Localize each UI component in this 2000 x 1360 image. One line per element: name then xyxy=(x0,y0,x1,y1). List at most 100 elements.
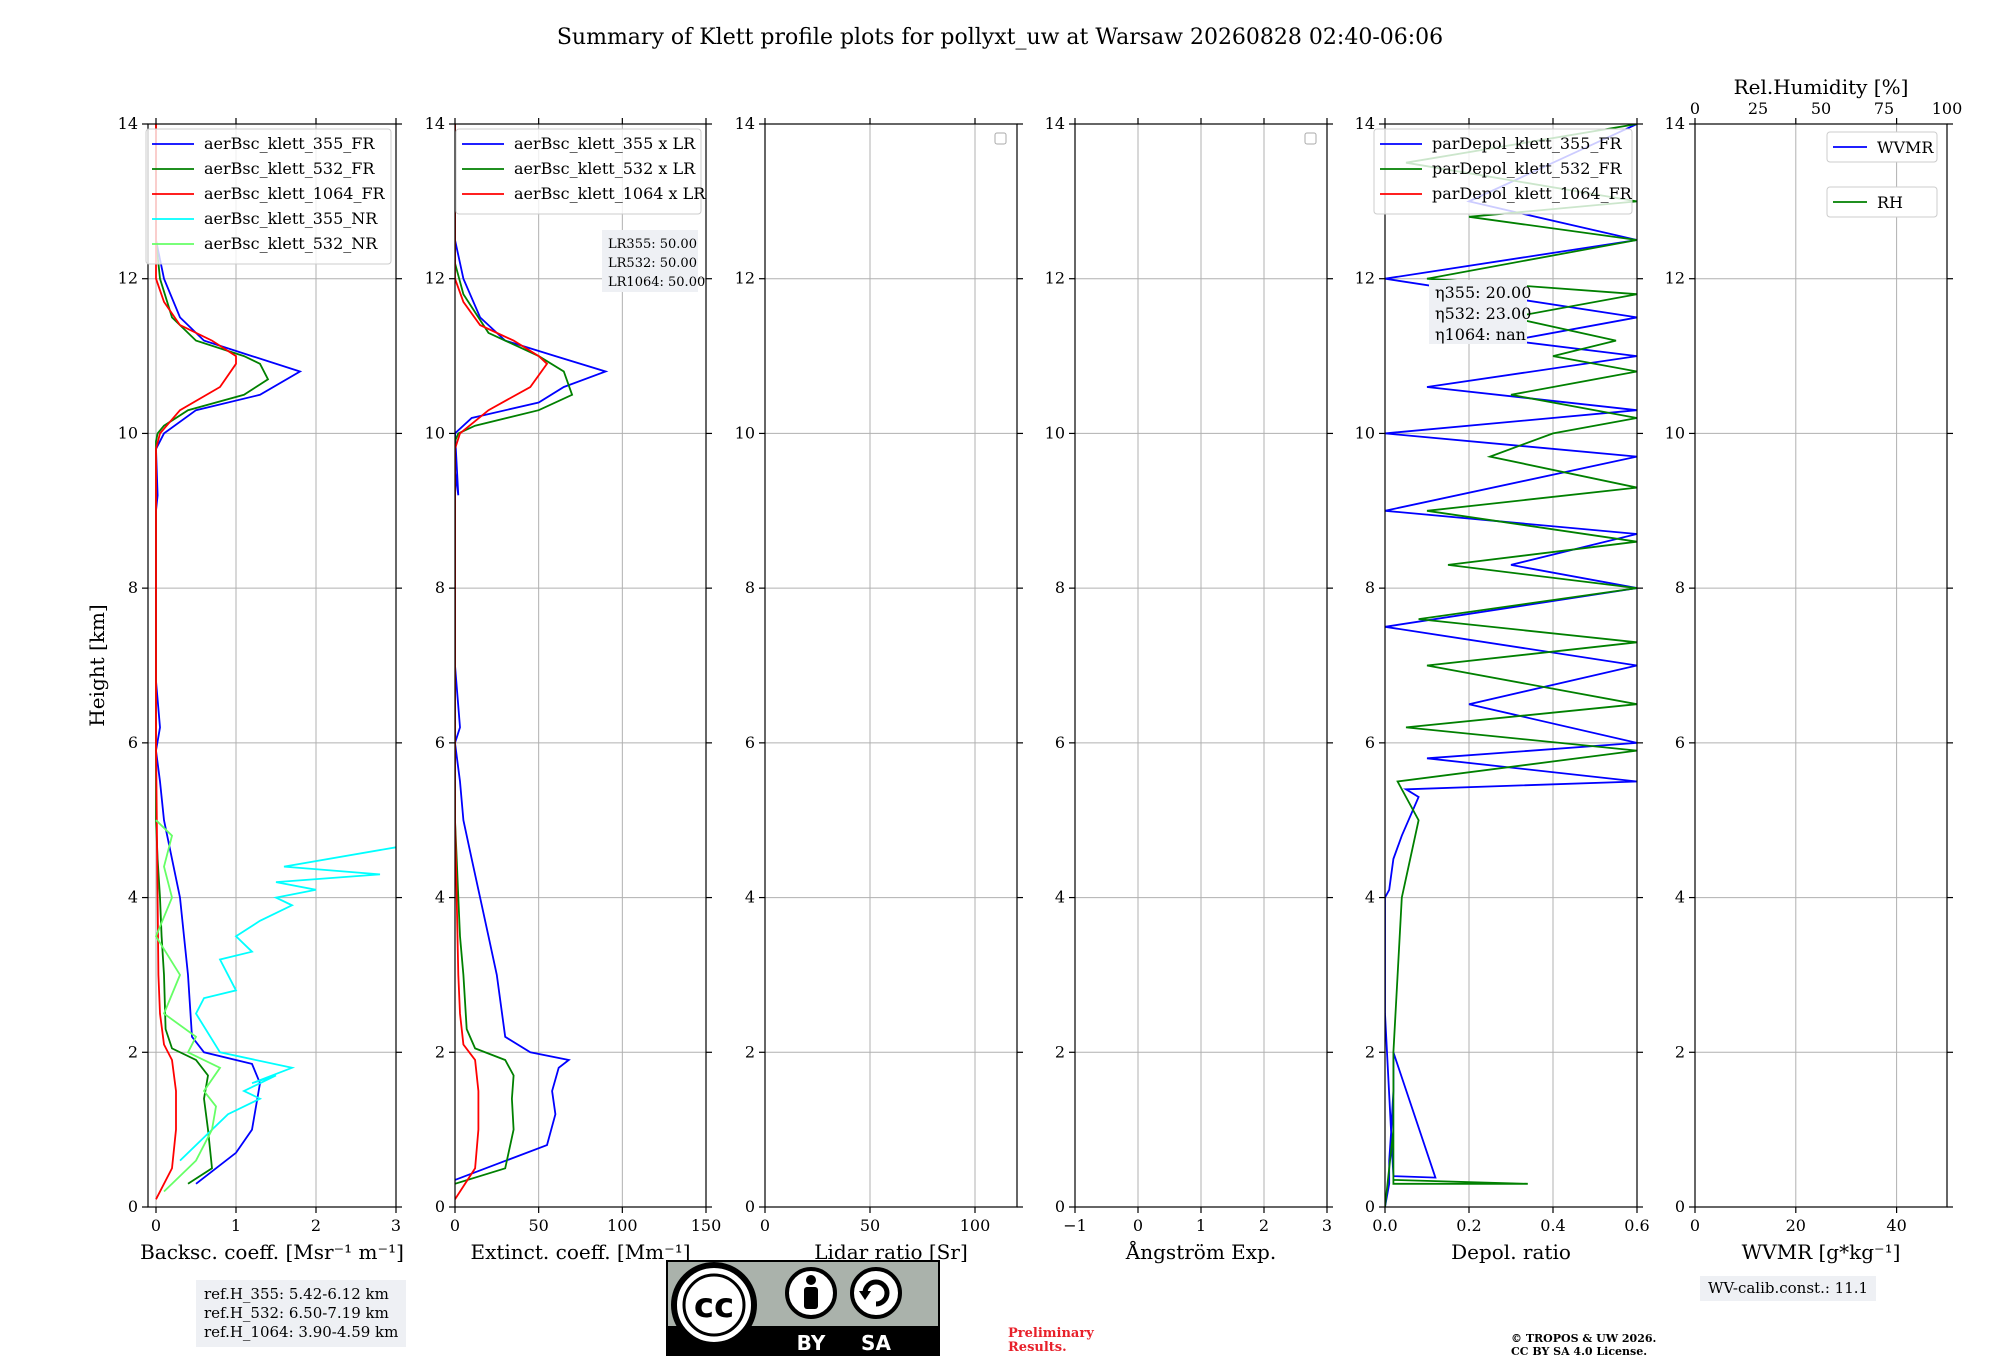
x-tick-label: 20 xyxy=(1786,1216,1806,1235)
x-tick-label: 0.0 xyxy=(1372,1216,1397,1235)
ref-height-355: ref.H_355: 5.42-6.12 km xyxy=(204,1285,389,1303)
lidar-ratio-value: LR355: 50.00 xyxy=(608,237,697,252)
y-tick-label: 8 xyxy=(1055,578,1065,597)
panel-lidar-ratio: 0 50 10002468101214Lidar ratio [Sr] xyxy=(735,114,1023,1264)
x-tick-label: 0 xyxy=(760,1216,770,1235)
y-tick-label: 12 xyxy=(1045,269,1065,288)
y-tick-label: 0 xyxy=(1675,1197,1685,1216)
legend-entry: aerBsc_klett_355_NR xyxy=(204,209,378,228)
copyright-line-1: © TROPOS & UW 2026. xyxy=(1511,1332,1657,1345)
eta-value: η1064: nan xyxy=(1435,325,1526,344)
ref-height-532: ref.H_532: 6.50-7.19 km xyxy=(204,1304,389,1322)
legend-entry: aerBsc_klett_532_FR xyxy=(204,159,375,178)
y-tick-label: 4 xyxy=(1055,888,1065,907)
y-tick-label: 14 xyxy=(118,114,138,133)
panel-depol: 0.0 0.2 0.4 0.6 0 2 4 6 8 10 12 14 Depol. ratio parDe… xyxy=(1355,114,1650,1264)
y-tick-label: 0 xyxy=(1365,1197,1375,1216)
figure: Summary of Klett profile plots for polly… xyxy=(85,25,1963,1264)
x-tick-label: 150 xyxy=(691,1216,722,1235)
legend-entry: RH xyxy=(1877,193,1903,212)
y-tick-label: 4 xyxy=(745,888,755,907)
x2-axis-label: Rel.Humidity [%] xyxy=(1734,75,1909,99)
x2-tick-label: 0 xyxy=(1690,99,1700,118)
x-tick-label: 0.2 xyxy=(1456,1216,1481,1235)
x-tick-label: 100 xyxy=(960,1216,991,1235)
y-tick-label: 8 xyxy=(1365,578,1375,597)
x-tick-label: 3 xyxy=(391,1216,401,1235)
y-tick-label: 14 xyxy=(1045,114,1065,133)
figure-title: Summary of Klett profile plots for polly… xyxy=(557,25,1443,50)
legend-entry: aerBsc_klett_1064 x LR xyxy=(514,184,706,203)
y-tick-label: 8 xyxy=(435,578,445,597)
preliminary-results-note: Preliminary Results. xyxy=(1008,1327,1094,1355)
y-tick-label: 2 xyxy=(128,1042,138,1061)
y-tick-label: 0 xyxy=(1055,1197,1065,1216)
series-line-aerBsc_klett_532_FR xyxy=(155,124,270,1185)
x-axis-label: Backsc. coeff. [Msr⁻¹ m⁻¹] xyxy=(140,1240,404,1264)
x-axis-label: WVMR [g*kg⁻¹] xyxy=(1742,1240,1901,1264)
y-tick-label: 0 xyxy=(435,1197,445,1216)
x-tick-label: 2 xyxy=(1259,1216,1269,1235)
y-tick-label: 4 xyxy=(1675,888,1685,907)
y-tick-label: 0 xyxy=(745,1197,755,1216)
cc-by-label: BY xyxy=(797,1331,826,1355)
y-tick-label: 12 xyxy=(1355,269,1375,288)
y-tick-label: 8 xyxy=(745,578,755,597)
x-tick-label: 0.6 xyxy=(1624,1216,1649,1235)
sa-share-icon xyxy=(850,1267,902,1319)
x-axis-label: Depol. ratio xyxy=(1451,1240,1571,1264)
x-tick-label: 0 xyxy=(1133,1216,1143,1235)
x-tick-label: 50 xyxy=(860,1216,880,1235)
x-tick-label: 0.4 xyxy=(1540,1216,1565,1235)
axes-frame xyxy=(147,123,397,1208)
axes-frame xyxy=(764,123,1018,1208)
panel-extinction: 0 50 100 150 0 2 4 6 8 10 12 14 Extinct. coeff. [Mm⁻… xyxy=(425,114,722,1264)
y-tick-label: 12 xyxy=(425,269,445,288)
x-tick-label: 0 xyxy=(1690,1216,1700,1235)
series-line-aerBsc_klett_532 x LR xyxy=(455,124,574,1185)
wv-calib-box: WV-calib.const.: 11.1 xyxy=(1700,1276,1877,1301)
series-group xyxy=(455,124,609,1200)
y-tick-label: 6 xyxy=(1365,733,1375,752)
series-line-aerBsc_klett_355_FR xyxy=(155,124,303,1185)
preliminary-line-1: Preliminary xyxy=(1008,1326,1094,1341)
x-axis-label: Extinct. coeff. [Mm⁻¹] xyxy=(470,1240,690,1264)
legend-entry: aerBsc_klett_355 x LR xyxy=(514,134,696,153)
axes-frame xyxy=(1694,123,1948,1208)
y-tick-label: 14 xyxy=(735,114,755,133)
y-tick-label: 12 xyxy=(1665,269,1685,288)
legend-entry: aerBsc_klett_355_FR xyxy=(204,134,375,153)
x-tick-label: 40 xyxy=(1886,1216,1906,1235)
y-tick-label: 10 xyxy=(425,423,445,442)
y-tick-label: 10 xyxy=(1045,423,1065,442)
y-tick-label: 12 xyxy=(735,269,755,288)
eta-value: η355: 20.00 xyxy=(1435,283,1531,302)
y-tick-label: 8 xyxy=(1675,578,1685,597)
legend-entry: parDepol_klett_355_FR xyxy=(1432,134,1623,153)
y-tick-label: 10 xyxy=(1355,423,1375,442)
y-tick-label: 10 xyxy=(118,423,138,442)
y-tick-label: 6 xyxy=(435,733,445,752)
series-group xyxy=(154,124,396,1200)
preliminary-line-2: Results. xyxy=(1008,1340,1067,1355)
x-tick-label: 2 xyxy=(311,1216,321,1235)
series-line-aerBsc_klett_1064 x LR xyxy=(455,124,549,1200)
y-tick-label: 12 xyxy=(118,269,138,288)
x-tick-label: −1 xyxy=(1063,1216,1087,1235)
y-tick-label: 10 xyxy=(1665,423,1685,442)
x2-tick-label: 100 xyxy=(1932,99,1963,118)
ref-height-1064: ref.H_1064: 3.90-4.59 km xyxy=(204,1323,399,1341)
copyright-note: © TROPOS & UW 2026. CC BY SA 4.0 License… xyxy=(1511,1332,1656,1358)
copyright-line-2: CC BY SA 4.0 License. xyxy=(1511,1345,1648,1358)
legend-entry: aerBsc_klett_532 x LR xyxy=(514,159,696,178)
y-tick-label: 8 xyxy=(128,578,138,597)
y-tick-label: 4 xyxy=(435,888,445,907)
cc-license-badge: cc BY SA xyxy=(666,1260,940,1356)
y-tick-label: 14 xyxy=(1665,114,1685,133)
y-tick-label: 14 xyxy=(1355,114,1375,133)
panel-angstrom: −1 0 1 2 302468101214Ångström Exp. xyxy=(1045,114,1333,1264)
cc-logo-text: cc xyxy=(694,1286,734,1326)
x-tick-label: 3 xyxy=(1322,1216,1332,1235)
series-line-aerBsc_klett_355 x LR xyxy=(455,124,609,1181)
legend-entry: WVMR xyxy=(1877,138,1934,157)
